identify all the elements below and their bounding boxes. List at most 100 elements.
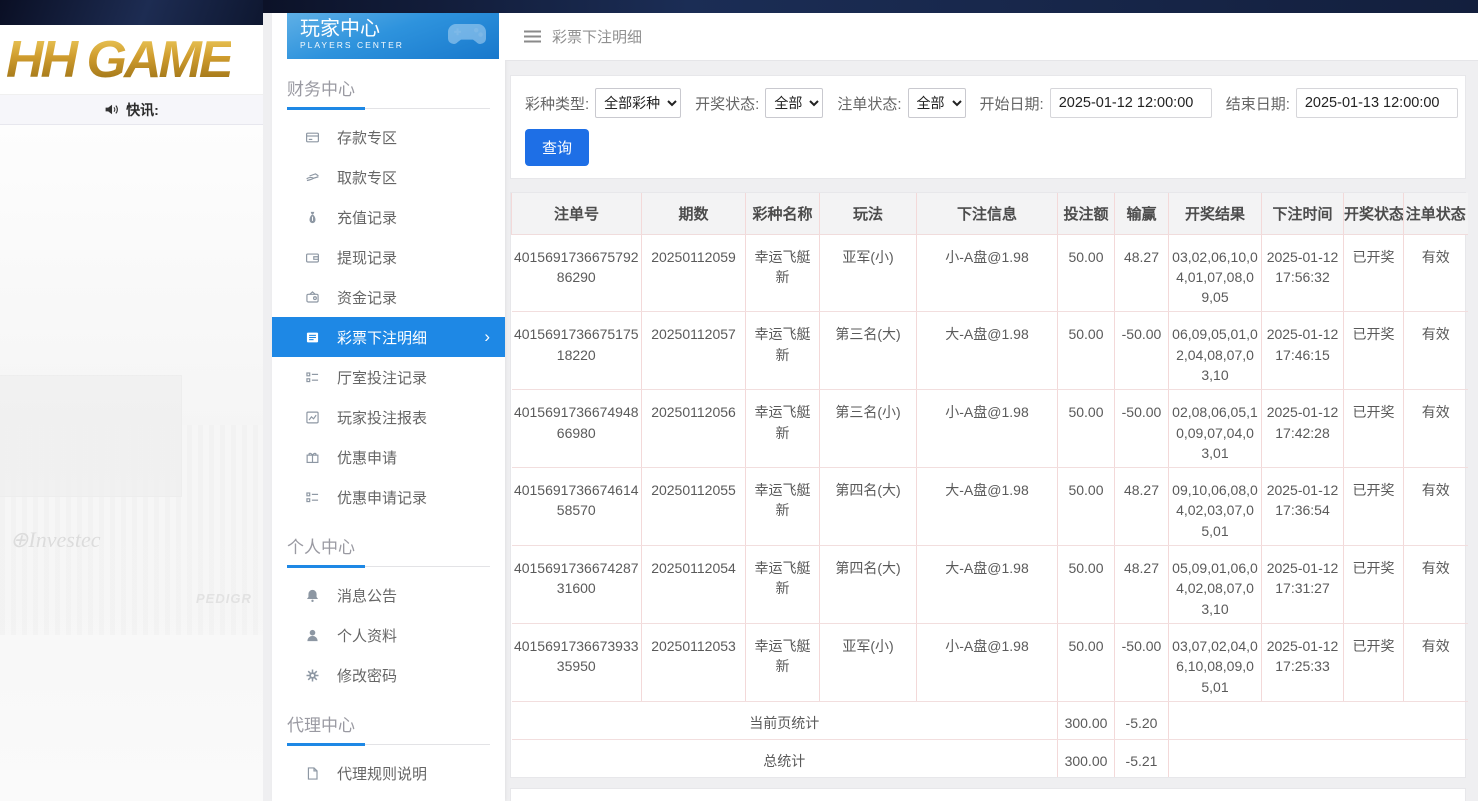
menu-item-label: 修改密码 — [337, 665, 397, 686]
sidebar-menu-item[interactable]: 存款专区 › — [272, 117, 505, 157]
lottery-type-label: 彩种类型: — [525, 93, 589, 114]
gamepad-icon — [447, 20, 487, 55]
cell-order-id: 401569173667494866980 — [512, 390, 642, 468]
table-row: 401569173667494866980 20250112056 幸运飞艇新 … — [512, 390, 1468, 468]
cell-order-status: 有效 — [1404, 623, 1468, 701]
cell-play-type: 亚军(小) — [820, 623, 917, 701]
cell-draw-result: 05,09,01,06,04,02,08,07,03,10 — [1169, 546, 1262, 624]
start-date-label: 开始日期: — [980, 93, 1044, 114]
cell-play-type: 第四名(大) — [820, 468, 917, 546]
cell-draw-result: 02,08,06,05,10,09,07,04,03,01 — [1169, 390, 1262, 468]
cell-order-status: 有效 — [1404, 312, 1468, 390]
column-header: 下注时间 — [1262, 193, 1344, 234]
cell-bet-time: 2025-01-12 17:56:32 — [1262, 234, 1344, 312]
sidebar-group-title: 代理中心 — [287, 711, 505, 736]
cell-period: 20250112054 — [642, 546, 746, 624]
table-row: 401569173667461458570 20250112055 幸运飞艇新 … — [512, 468, 1468, 546]
cell-period: 20250112059 — [642, 234, 746, 312]
sidebar-menu-item[interactable]: 资金记录 › — [272, 277, 505, 317]
cell-order-status: 有效 — [1404, 234, 1468, 312]
cell-period: 20250112057 — [642, 312, 746, 390]
sidebar-menu-item[interactable]: 取款专区 › — [272, 157, 505, 197]
main-area: 彩票下注明细 彩种类型: 全部彩种 开奖状态: 全部 — [505, 13, 1478, 801]
lottery-type-select[interactable]: 全部彩种 — [595, 88, 681, 118]
cell-draw-status: 已开奖 — [1344, 623, 1404, 701]
menu-item-label: 玩家投注报表 — [337, 407, 427, 428]
menu-item-icon — [305, 330, 320, 345]
cell-draw-status: 已开奖 — [1344, 546, 1404, 624]
table-row: 401569173667428731600 20250112054 幸运飞艇新 … — [512, 546, 1468, 624]
total-stats-bet-total: 300.00 — [1058, 739, 1115, 777]
logo-block: HH GAME — [0, 25, 263, 95]
hamburger-icon[interactable] — [523, 29, 542, 44]
sidebar: 玩家中心 PLAYERS CENTER 财务中心 存款专区 › — [272, 13, 505, 801]
sidebar-group-title: 个人中心 — [287, 533, 505, 558]
cell-play-type: 亚军(小) — [820, 234, 917, 312]
cell-period: 20250112053 — [642, 623, 746, 701]
cell-period: 20250112056 — [642, 390, 746, 468]
sidebar-menu-item[interactable]: 优惠申请记录 › — [272, 477, 505, 517]
cell-lottery-name: 幸运飞艇新 — [746, 312, 820, 390]
total-stats-label: 总统计 — [512, 739, 1058, 777]
column-header: 注单号 — [512, 193, 642, 234]
menu-item-label: 存款专区 — [337, 127, 397, 148]
news-marquee: 快讯: — [0, 95, 263, 125]
column-header: 开奖状态 — [1344, 193, 1404, 234]
cell-draw-status: 已开奖 — [1344, 312, 1404, 390]
menu-item-icon — [305, 588, 320, 603]
cell-lottery-name: 幸运飞艇新 — [746, 234, 820, 312]
cell-bet-amount: 50.00 — [1058, 390, 1115, 468]
speaker-icon — [104, 102, 119, 117]
brand-logo: HH GAME — [6, 30, 231, 90]
cell-lottery-name: 幸运飞艇新 — [746, 623, 820, 701]
cell-order-status: 有效 — [1404, 390, 1468, 468]
sidebar-group: 代理中心 代理规则说明 › 代理团队统计 › — [272, 711, 505, 801]
start-date-input[interactable] — [1050, 88, 1212, 118]
sidebar-menu-item[interactable]: 提现记录 › — [272, 237, 505, 277]
sidebar-group-title: 财务中心 — [287, 75, 505, 100]
marquee-label: 快讯: — [126, 100, 159, 120]
order-status-select[interactable]: 全部 — [908, 88, 966, 118]
menu-item-icon — [305, 628, 320, 643]
page: HH GAME 快讯: ⊕Investec PEDIGR 玩家中心 PLAYER… — [0, 0, 1478, 801]
sidebar-menu-item[interactable]: 代理团队统计 › — [272, 793, 505, 801]
column-header: 注单状态 — [1404, 193, 1468, 234]
total-stats-row: 总统计 300.00 -5.21 — [512, 739, 1468, 777]
column-header: 投注额 — [1058, 193, 1115, 234]
menu-item-label: 消息公告 — [337, 585, 397, 606]
cell-draw-result: 06,09,05,01,02,04,08,07,03,10 — [1169, 312, 1262, 390]
menu-item-icon — [305, 250, 320, 265]
cell-play-type: 第三名(小) — [820, 390, 917, 468]
pagination-bar: 每页显示20条 共6条 首页 上一页 [1] 下一页 第 页 跳转 — [510, 788, 1466, 801]
sidebar-menu-item[interactable]: 厅室投注记录 › — [272, 357, 505, 397]
menu-item-icon — [305, 668, 320, 683]
sidebar-menu-item[interactable]: 玩家投注报表 › — [272, 397, 505, 437]
draw-status-select[interactable]: 全部 — [765, 88, 823, 118]
watermark-pedigree: PEDIGR — [196, 591, 252, 606]
sidebar-group-divider — [287, 564, 490, 567]
sidebar-menu-item[interactable]: 充值记录 › — [272, 197, 505, 237]
cell-draw-result: 03,07,02,04,06,10,08,09,05,01 — [1169, 623, 1262, 701]
topbar: 彩票下注明细 — [505, 13, 1478, 61]
sidebar-menu-item[interactable]: 修改密码 › — [272, 655, 505, 695]
watermark-investec: ⊕Investec — [10, 527, 101, 553]
sidebar-groups: 财务中心 存款专区 › 取款专区 › — [272, 75, 505, 801]
content: 彩种类型: 全部彩种 开奖状态: 全部 注单状态: 全部 — [505, 61, 1478, 801]
search-button[interactable]: 查询 — [525, 129, 589, 166]
cell-bet-amount: 50.00 — [1058, 546, 1115, 624]
draw-status-label: 开奖状态: — [695, 93, 759, 114]
page-stats-bet-total: 300.00 — [1058, 701, 1115, 739]
cell-lottery-name: 幸运飞艇新 — [746, 468, 820, 546]
menu-item-icon — [305, 130, 320, 145]
sidebar-menu-item[interactable]: 代理规则说明 › — [272, 753, 505, 793]
sidebar-menu-item[interactable]: 优惠申请 › — [272, 437, 505, 477]
cell-draw-result: 03,02,06,10,04,01,07,08,09,05 — [1169, 234, 1262, 312]
cell-bet-time: 2025-01-12 17:25:33 — [1262, 623, 1344, 701]
cell-order-status: 有效 — [1404, 546, 1468, 624]
sidebar-menu-item[interactable]: 消息公告 › — [272, 575, 505, 615]
sidebar-menu-item[interactable]: 个人资料 › — [272, 615, 505, 655]
cell-draw-result: 09,10,06,08,04,02,03,07,05,01 — [1169, 468, 1262, 546]
end-date-input[interactable] — [1296, 88, 1458, 118]
sidebar-group-items: 消息公告 › 个人资料 › 修改密码 › — [272, 575, 505, 695]
sidebar-menu-item[interactable]: 彩票下注明细 › — [272, 317, 505, 357]
